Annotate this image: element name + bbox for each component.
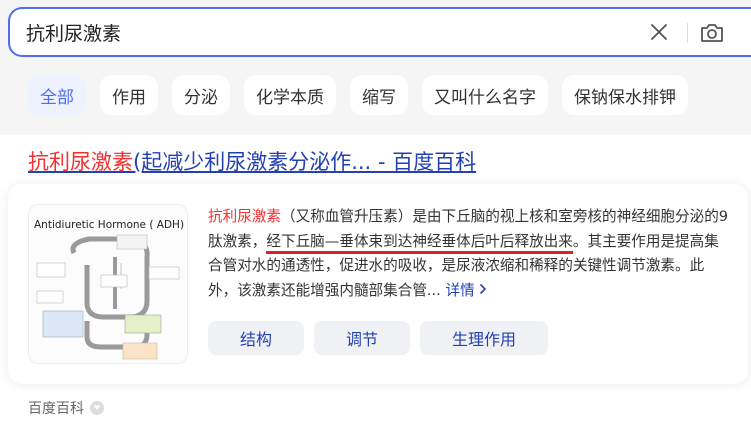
tab-sodium-water[interactable]: 保钠保水排钾	[562, 75, 688, 115]
physiology-button[interactable]: 生理作用	[420, 321, 549, 355]
desc-highlight: 抗利尿激素	[208, 208, 281, 225]
tab-all[interactable]: 全部	[28, 75, 86, 115]
sub-buttons: 结构 调节 生理作用	[208, 321, 549, 355]
regulation-button[interactable]: 调节	[314, 321, 411, 355]
filter-tabs: 全部 作用 分泌 化学本质 缩写 又叫什么名字 保钠保水排钾	[0, 75, 751, 117]
structure-button[interactable]: 结构	[208, 321, 305, 355]
tab-chemical-nature[interactable]: 化学本质	[244, 75, 336, 115]
tab-function[interactable]: 作用	[100, 75, 158, 115]
thumbnail-title: Antidiuretic Hormone ( ADH)	[34, 219, 184, 231]
search-divider	[687, 23, 688, 43]
result-title-rest: (起减少利尿激素分泌作... - 百度百科	[133, 150, 477, 174]
close-icon[interactable]	[648, 21, 670, 43]
more-details-link[interactable]: 详情	[445, 282, 487, 299]
tab-abbreviation[interactable]: 缩写	[350, 75, 408, 115]
camera-icon[interactable]	[699, 20, 725, 46]
adh-diagram-image: Antidiuretic Hormone ( ADH)	[34, 219, 184, 360]
tab-other-names[interactable]: 又叫什么名字	[422, 75, 548, 115]
search-bar	[8, 7, 751, 57]
desc-marked-text: 经下丘脑—垂体束到达神经垂体后叶后释放出来	[266, 232, 573, 254]
result-title-link[interactable]: 抗利尿激素(起减少利尿激素分泌作... - 百度百科	[28, 146, 476, 176]
result-title-highlight: 抗利尿激素	[28, 150, 133, 174]
result-thumbnail[interactable]: Antidiuretic Hormone ( ADH)	[28, 204, 188, 364]
more-details-label: 详情	[445, 281, 475, 299]
result-description: 抗利尿激素（又称血管升压素）是由下丘脑的视上核和室旁核的神经细胞分泌的9肽激素，…	[208, 205, 732, 303]
search-input[interactable]	[26, 12, 586, 52]
tab-secretion[interactable]: 分泌	[172, 75, 230, 115]
chevron-right-icon	[480, 283, 487, 294]
result-source: 百度百科	[28, 398, 104, 418]
source-label[interactable]: 百度百科	[28, 398, 84, 418]
chevron-down-icon[interactable]	[90, 401, 104, 415]
